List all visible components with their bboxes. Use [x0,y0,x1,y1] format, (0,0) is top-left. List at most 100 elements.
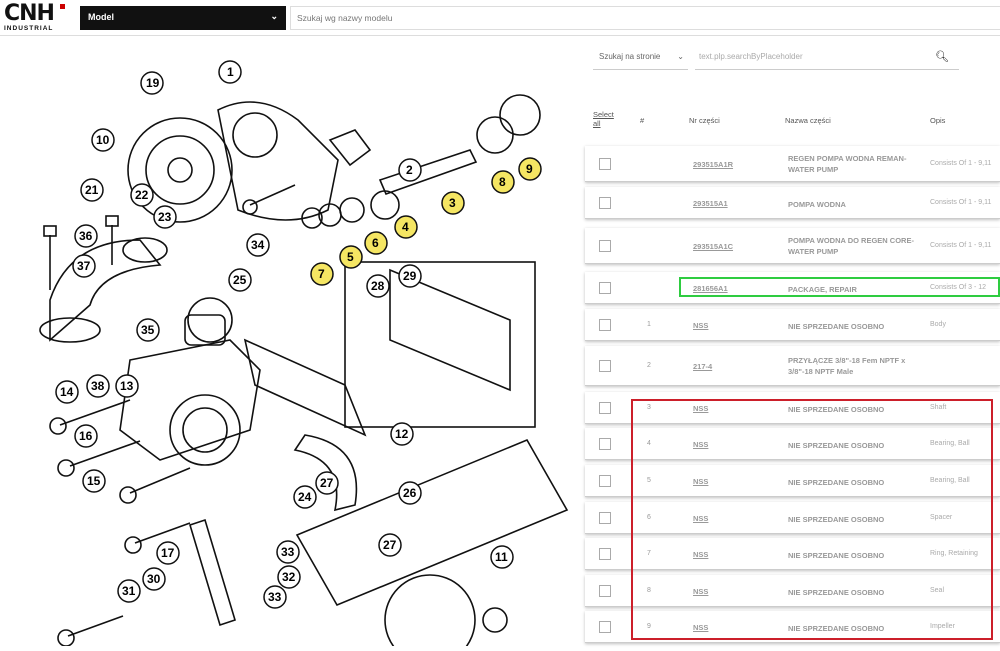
part-name: PRZYŁĄCZE 3/8"-18 Fem NPTF x 3/8"-18 NPT… [788,356,906,376]
part-description: Body [930,321,946,328]
callout-6: 6 [364,231,388,255]
svg-text:23: 23 [158,210,172,224]
svg-text:9: 9 [526,162,533,176]
svg-text:33: 33 [281,545,295,559]
part-description: Consists Of 1 - 9,11 [930,199,992,206]
row-checkbox[interactable] [599,240,611,252]
parts-search-input[interactable]: text.plp.searchByPlaceholder [695,48,959,70]
callout-31: 31 [117,579,141,603]
col-part-name: Nazwa części [785,116,831,125]
col-index: # [640,116,645,125]
svg-text:26: 26 [403,486,417,500]
select-all-link[interactable]: Select all [593,110,615,128]
logo-subtext: INDUSTRIAL [4,25,54,32]
table-row: 2 217-4 PRZYŁĄCZE 3/8"-18 Fem NPTF x 3/8"-… [585,346,1000,386]
chevron-down-icon: ⌄ [677,52,684,61]
search-scope-dropdown[interactable]: Szukaj na stronie ⌄ [593,48,688,70]
svg-text:16: 16 [79,429,93,443]
callout-2: 2 [398,158,422,182]
part-number-link[interactable]: NSS [693,321,708,330]
table-row: 293515A1 POMPA WODNA Consists Of 1 - 9,11 [585,187,1000,219]
svg-text:25: 25 [233,273,247,287]
svg-text:19: 19 [146,76,160,90]
row-checkbox[interactable] [599,548,611,560]
svg-text:37: 37 [77,259,91,273]
callout-30: 30 [142,567,166,591]
callout-36: 36 [74,224,98,248]
row-checkbox[interactable] [599,512,611,524]
svg-text:24: 24 [298,490,312,504]
svg-text:5: 5 [347,250,354,264]
row-checkbox[interactable] [599,158,611,170]
svg-text:27: 27 [320,476,334,490]
row-checkbox[interactable] [599,282,611,294]
callout-10: 10 [91,128,115,152]
part-number-link[interactable]: 293515A1 [693,199,728,208]
callout-19: 19 [140,71,164,95]
row-checkbox[interactable] [599,438,611,450]
part-number-link[interactable]: 293515A1C [693,242,733,251]
row-checkbox[interactable] [599,402,611,414]
svg-text:31: 31 [122,584,136,598]
search-icon[interactable]: 🔍︎ [935,50,949,63]
row-checkbox[interactable] [599,475,611,487]
table-row: 1 NSS NIE SPRZEDANE OSOBNO Body [585,309,1000,341]
callout-33b: 33 [263,585,287,609]
svg-text:1: 1 [227,65,234,79]
row-checkbox[interactable] [599,360,611,372]
part-name: POMPA WODNA DO REGEN CORE-WATER PUMP [788,236,914,256]
svg-text:10: 10 [96,133,110,147]
callout-28: 28 [366,274,390,298]
part-name: POMPA WODNA [788,200,846,209]
row-checkbox[interactable] [599,319,611,331]
cnh-logo[interactable]: CNH INDUSTRIAL [4,2,66,34]
callout-29: 29 [398,264,422,288]
callout-21: 21 [80,178,104,202]
callout-27a: 27 [315,471,339,495]
svg-text:15: 15 [87,474,101,488]
col-part-number: Nr części [689,116,720,125]
svg-text:4: 4 [402,220,409,234]
svg-text:29: 29 [403,269,417,283]
row-checkbox[interactable] [599,197,611,209]
search-scope-label: Szukaj na stronie [599,52,661,61]
svg-text:32: 32 [282,570,296,584]
svg-text:28: 28 [371,279,385,293]
callout-14: 14 [55,380,79,404]
part-number-link[interactable]: 217-4 [693,362,712,371]
row-index: 2 [647,362,651,369]
svg-text:8: 8 [499,175,506,189]
row-checkbox[interactable] [599,585,611,597]
top-bar: CNH INDUSTRIAL Model ⌄ Szukaj wg nazwy m… [0,0,1000,36]
svg-text:33: 33 [268,590,282,604]
svg-text:2: 2 [406,163,413,177]
callout-25: 25 [228,268,252,292]
callout-27b: 27 [378,533,402,557]
model-search-input[interactable]: Szukaj wg nazwy modelu [290,6,1000,30]
svg-text:6: 6 [372,236,379,250]
table-row: 293515A1C POMPA WODNA DO REGEN CORE-WATER… [585,228,1000,264]
part-description: Consists Of 1 - 9,11 [930,160,992,167]
callout-23: 23 [153,205,177,229]
callout-34: 34 [246,233,270,257]
row-checkbox[interactable] [599,621,611,633]
svg-text:35: 35 [141,323,155,337]
logo-red-mark [60,4,65,9]
svg-text:13: 13 [120,379,134,393]
col-description: Opis [930,116,946,125]
svg-text:11: 11 [495,550,508,564]
callout-32: 32 [277,565,301,589]
callout-17: 17 [156,541,180,565]
callout-4: 4 [394,215,418,239]
callout-35: 35 [136,318,160,342]
part-number-link[interactable]: 293515A1R [693,160,733,169]
table-header: Select all # Nr części Nazwa części Opis [585,108,1000,138]
callout-9: 9 [518,157,542,181]
callout-22: 22 [130,183,154,207]
callout-3: 3 [441,191,465,215]
svg-text:7: 7 [318,267,325,281]
highlight-box-red [631,399,993,640]
callout-11: 11 [490,545,514,569]
model-dropdown[interactable]: Model ⌄ [80,6,286,30]
parts-diagram: 19 1 10 2 21 22 23 36 37 34 25 35 28 29 … [0,40,575,651]
